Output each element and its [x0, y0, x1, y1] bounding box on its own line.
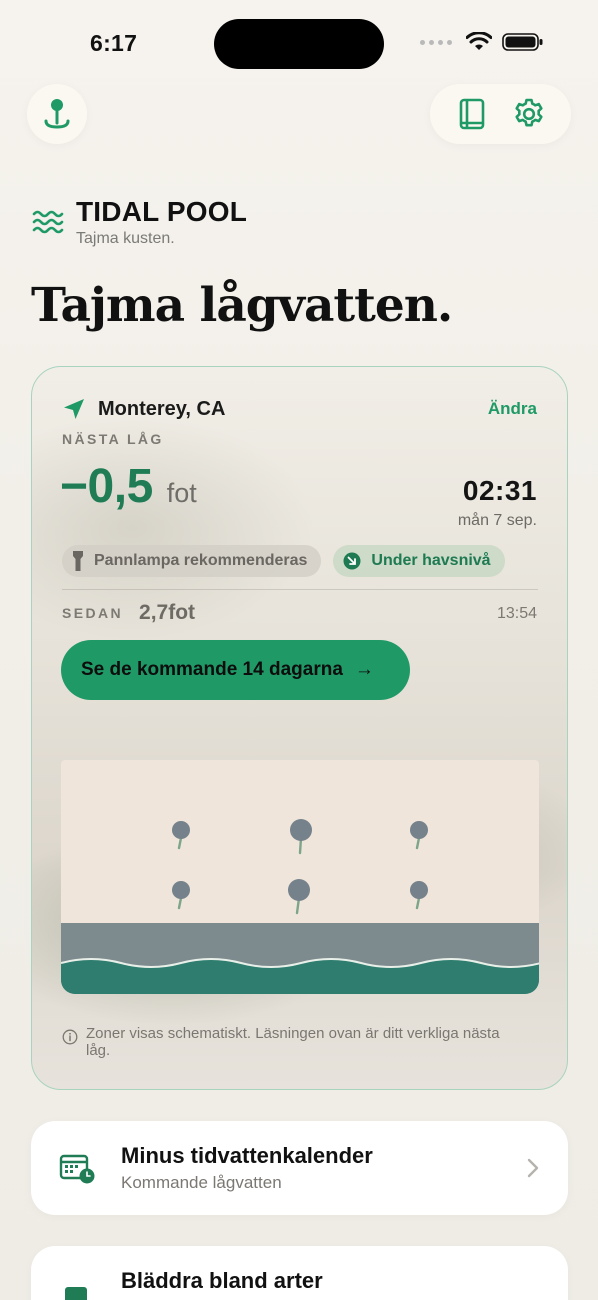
chevron-right-icon	[527, 1158, 539, 1178]
tide-zone-schematic	[61, 760, 539, 994]
location-pin-button[interactable]	[27, 84, 87, 144]
top-actions	[430, 84, 571, 144]
page-title: Tajma lågvatten.	[31, 278, 453, 333]
battery-icon	[502, 33, 543, 51]
browse-species-row[interactable]: Bläddra bland arter	[31, 1246, 568, 1300]
since-label: SEDAN	[62, 605, 124, 621]
next-14-days-label: Se de kommande 14 dagarna	[81, 659, 343, 680]
card-divider	[62, 589, 538, 590]
tide-height-value: −0,5	[60, 460, 153, 513]
app-tagline: Tajma kusten.	[76, 230, 175, 247]
settings-button[interactable]	[507, 92, 551, 136]
low-tide-date: mån 7 sep.	[457, 512, 537, 529]
since-row: SEDAN 2,7fot	[62, 601, 195, 625]
arrow-down-right-icon	[343, 552, 361, 570]
status-bar: 6:17	[0, 0, 598, 90]
location-arrow-icon	[64, 399, 84, 419]
headlamp-chip: Pannlampa rekommenderas	[62, 545, 322, 577]
tide-height: −0,5 fot	[60, 459, 197, 514]
book-icon	[459, 98, 485, 130]
headlamp-chip-label: Pannlampa rekommenderas	[94, 552, 308, 569]
dynamic-island	[214, 19, 384, 69]
low-tide-time: 02:31	[462, 475, 537, 506]
app-title: TIDAL POOL	[76, 196, 248, 227]
location-name: Monterey, CA	[98, 397, 226, 420]
tide-height-unit: fot	[166, 478, 197, 508]
waves-icon	[32, 210, 64, 234]
signal-icon	[420, 39, 452, 45]
calendar-row-subtitle: Kommande lågvatten	[121, 1173, 282, 1192]
since-time: 13:54	[496, 605, 537, 622]
schematic-note: Zoner visas schematiskt. Läsningen ovan …	[62, 1025, 502, 1059]
location-row: Monterey, CA	[62, 397, 225, 421]
brand-header: TIDAL POOL Tajma kusten.	[32, 196, 247, 248]
book-icon	[65, 1287, 87, 1300]
arrow-right-icon: →	[354, 659, 374, 680]
calendar-clock-icon	[59, 1154, 95, 1184]
status-time: 6:17	[90, 30, 138, 56]
minus-tide-calendar-row[interactable]: Minus tidvattenkalender Kommande lågvatt…	[31, 1121, 568, 1215]
calendar-row-title: Minus tidvattenkalender	[121, 1143, 373, 1168]
below-sea-level-chip: Under havsnivå	[333, 545, 505, 577]
since-value: 2,7fot	[139, 601, 196, 624]
flashlight-icon	[73, 551, 83, 571]
info-icon	[62, 1029, 78, 1045]
below-sea-level-chip-label: Under havsnivå	[371, 552, 491, 569]
schematic-note-text: Zoner visas schematiskt. Läsningen ovan …	[86, 1025, 500, 1059]
next-14-days-button[interactable]: Se de kommande 14 dagarna →	[61, 640, 410, 700]
map-pin-icon	[44, 99, 70, 129]
tide-chips: Pannlampa rekommenderas Under havsnivå	[62, 545, 505, 577]
guide-button[interactable]	[450, 92, 494, 136]
change-location-button[interactable]: Ändra	[488, 399, 537, 419]
wifi-icon	[466, 32, 492, 50]
next-low-tide-card: Monterey, CA Ändra NÄSTA LÅG −0,5 fot 02…	[31, 366, 568, 1090]
species-row-title: Bläddra bland arter	[121, 1268, 323, 1293]
tide-zone-illustration	[61, 760, 539, 994]
next-low-label: NÄSTA LÅG	[62, 431, 164, 447]
status-icons	[420, 32, 544, 52]
gear-icon	[515, 98, 543, 127]
